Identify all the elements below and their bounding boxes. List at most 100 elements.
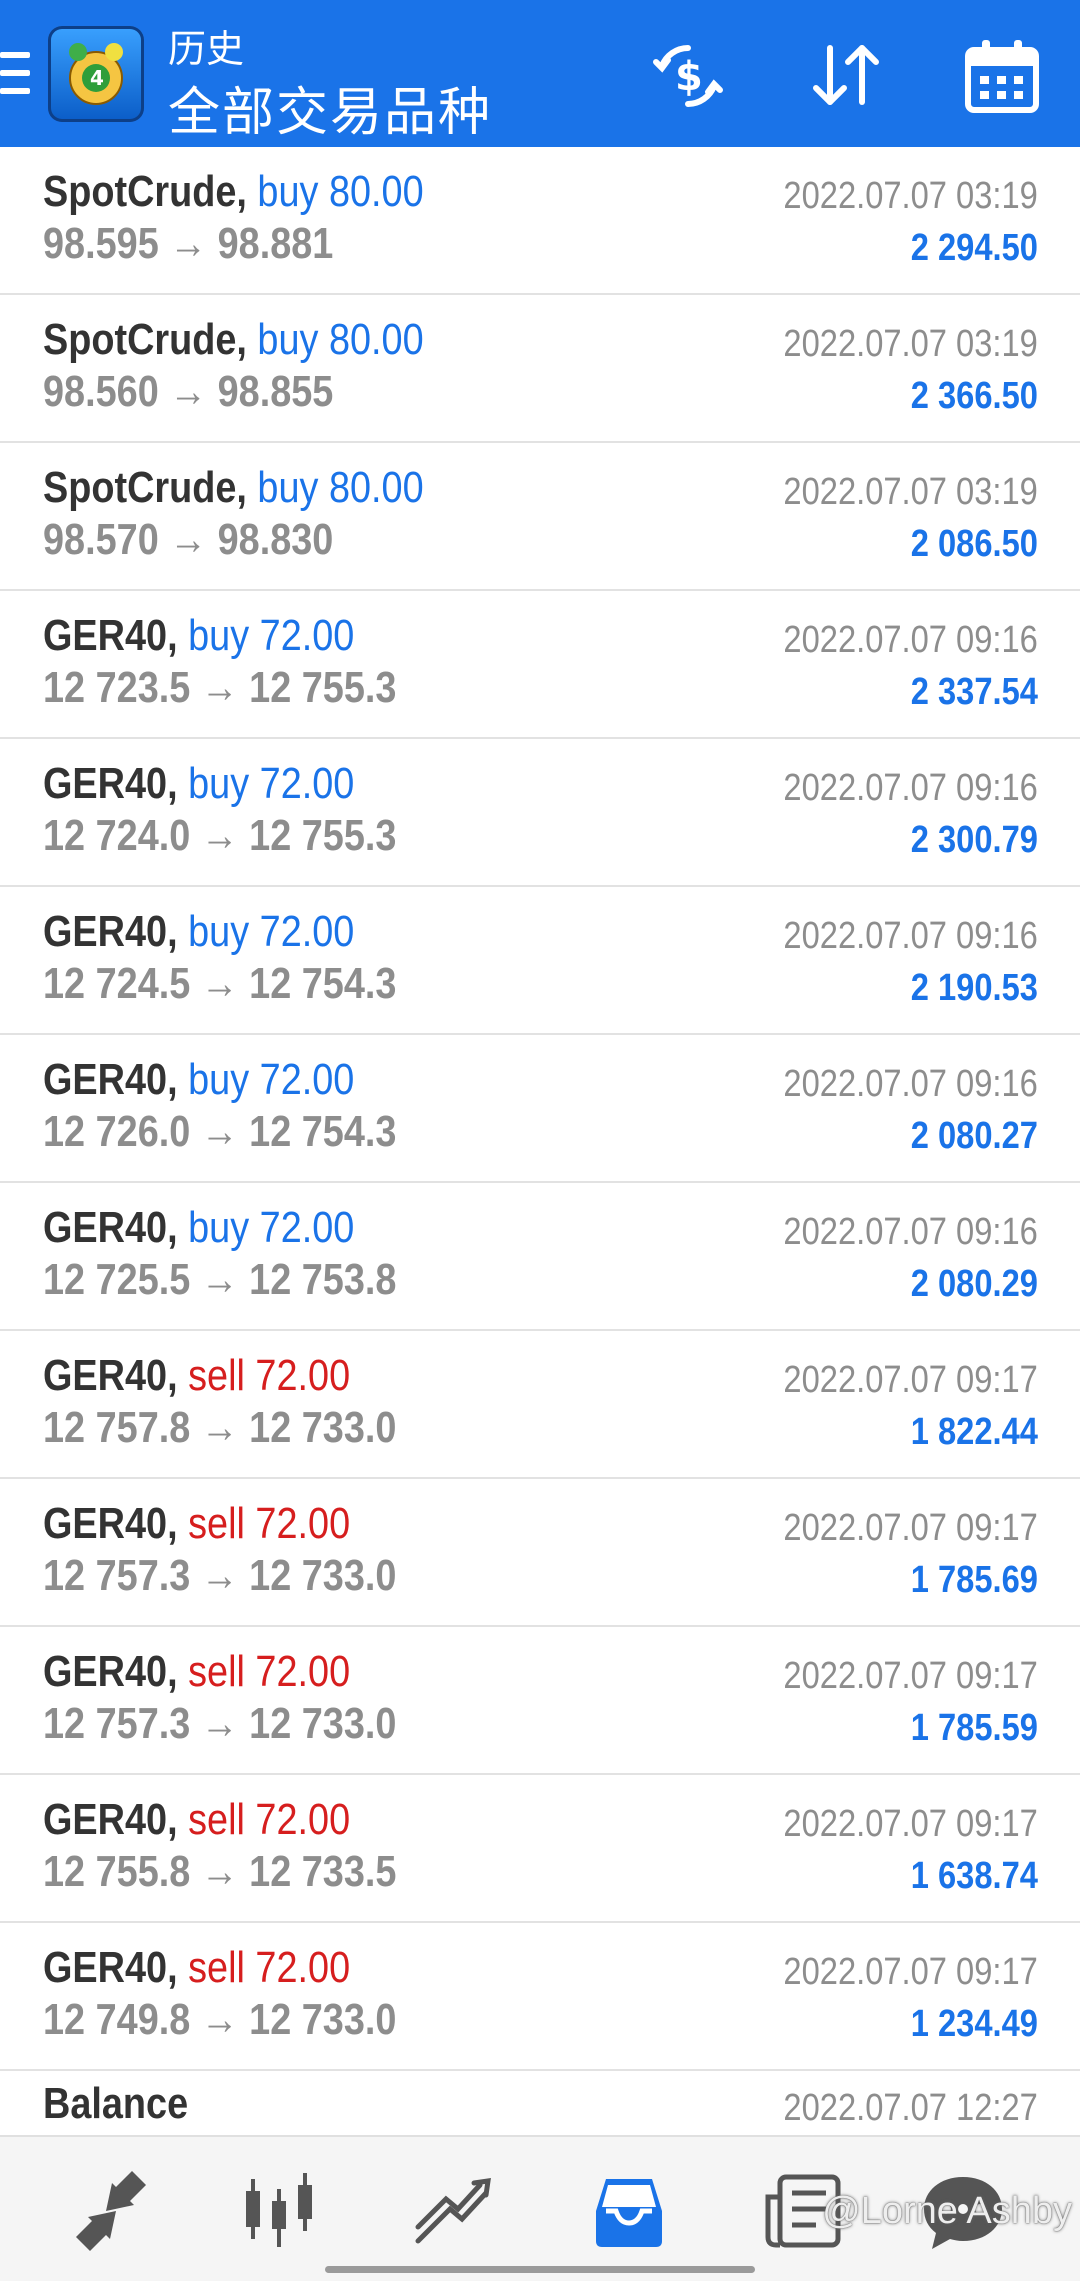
trade-symbol: GER40, bbox=[43, 759, 178, 808]
trade-row[interactable]: GER40, sell 72.00 12 757.8 → 12 733.0 2022… bbox=[0, 1331, 1080, 1479]
chart-candles-icon[interactable] bbox=[238, 2171, 324, 2251]
trade-profit: 2 086.50 bbox=[910, 523, 1038, 565]
trade-prices: 12 725.5 → 12 753.8 bbox=[43, 1255, 397, 1304]
trade-symbol: SpotCrude, bbox=[43, 167, 247, 216]
trade-symbol: GER40, bbox=[43, 1203, 178, 1252]
trade-row[interactable]: SpotCrude, buy 80.00 98.560 → 98.855 2022.… bbox=[0, 295, 1080, 443]
page-subtitle: 历史 bbox=[168, 27, 245, 71]
calendar-icon[interactable] bbox=[962, 36, 1042, 116]
trade-time: 2022.07.07 09:17 bbox=[783, 1507, 1038, 1549]
trade-profit: 2 300.79 bbox=[910, 819, 1038, 861]
trade-symbol-line: SpotCrude, buy 80.00 bbox=[43, 167, 424, 217]
trade-prices: 98.595 → 98.881 bbox=[43, 219, 334, 268]
trade-prices: 98.560 → 98.855 bbox=[43, 367, 334, 416]
trade-prices: 12 755.8 → 12 733.5 bbox=[43, 1847, 397, 1896]
trade-prices: 98.570 → 98.830 bbox=[43, 515, 334, 564]
trade-symbol-line: GER40, sell 72.00 bbox=[43, 1351, 350, 1401]
watermark: @Lorne Ashby bbox=[822, 2190, 1072, 2232]
trade-symbol-line: GER40, buy 72.00 bbox=[43, 759, 354, 809]
balance-time: 2022.07.07 12:27 bbox=[783, 2087, 1038, 2129]
home-indicator[interactable] bbox=[325, 2266, 755, 2273]
trade-time: 2022.07.07 09:16 bbox=[783, 767, 1038, 809]
trade-profit: 1 234.49 bbox=[910, 2003, 1038, 2045]
history-icon[interactable] bbox=[586, 2171, 672, 2251]
trade-row[interactable]: GER40, buy 72.00 12 724.5 → 12 754.3 2022.… bbox=[0, 887, 1080, 1035]
trade-symbol: GER40, bbox=[43, 1647, 178, 1696]
trade-time: 2022.07.07 09:16 bbox=[783, 619, 1038, 661]
trade-prices: 12 757.3 → 12 733.0 bbox=[43, 1551, 397, 1600]
trade-row[interactable]: GER40, buy 72.00 12 725.5 → 12 753.8 2022.… bbox=[0, 1183, 1080, 1331]
trade-time: 2022.07.07 09:17 bbox=[783, 1655, 1038, 1697]
trade-row[interactable]: GER40, sell 72.00 12 749.8 → 12 733.0 2022… bbox=[0, 1923, 1080, 2071]
trade-row[interactable]: GER40, sell 72.00 12 757.3 → 12 733.0 2022… bbox=[0, 1627, 1080, 1775]
trade-history-list[interactable]: SpotCrude, buy 80.00 98.595 → 98.881 2022.… bbox=[0, 147, 1080, 2071]
currency-exchange-icon[interactable]: $ bbox=[648, 36, 728, 116]
trade-profit: 2 366.50 bbox=[910, 375, 1038, 417]
trade-time: 2022.07.07 09:17 bbox=[783, 1951, 1038, 1993]
metatrader-logo-icon: 4 bbox=[48, 26, 144, 122]
trade-symbol: GER40, bbox=[43, 1351, 178, 1400]
trade-time: 2022.07.07 03:19 bbox=[783, 471, 1038, 513]
balance-row[interactable]: Balance 2022.07.07 12:27 bbox=[0, 2059, 1080, 2139]
trade-volume: sell 72.00 bbox=[188, 1795, 351, 1844]
trade-time: 2022.07.07 09:17 bbox=[783, 1803, 1038, 1845]
trade-row[interactable]: GER40, buy 72.00 12 726.0 → 12 754.3 2022.… bbox=[0, 1035, 1080, 1183]
sort-icon[interactable] bbox=[806, 36, 886, 116]
trade-profit: 2 337.54 bbox=[910, 671, 1038, 713]
menu-icon[interactable] bbox=[0, 52, 30, 98]
trade-volume: buy 80.00 bbox=[257, 315, 424, 364]
balance-label: Balance bbox=[43, 2079, 189, 2128]
trade-row[interactable]: SpotCrude, buy 80.00 98.570 → 98.830 2022.… bbox=[0, 443, 1080, 591]
trade-prices: 12 757.8 → 12 733.0 bbox=[43, 1403, 397, 1452]
trade-prices: 12 757.3 → 12 733.0 bbox=[43, 1699, 397, 1748]
trade-symbol-line: GER40, sell 72.00 bbox=[43, 1943, 350, 1993]
trade-volume: buy 72.00 bbox=[188, 611, 355, 660]
trade-symbol-line: GER40, buy 72.00 bbox=[43, 611, 354, 661]
trade-volume: buy 72.00 bbox=[188, 1203, 355, 1252]
trade-symbol-line: SpotCrude, buy 80.00 bbox=[43, 463, 424, 513]
svg-text:$: $ bbox=[675, 54, 703, 100]
trade-profit: 1 785.69 bbox=[910, 1559, 1038, 1601]
trade-volume: buy 80.00 bbox=[257, 463, 424, 512]
trade-symbol: SpotCrude, bbox=[43, 315, 247, 364]
trade-time: 2022.07.07 09:16 bbox=[783, 1063, 1038, 1105]
trade-volume: sell 72.00 bbox=[188, 1499, 351, 1548]
trade-symbol-line: GER40, buy 72.00 bbox=[43, 1055, 354, 1105]
trade-symbol: GER40, bbox=[43, 907, 178, 956]
trade-profit: 2 080.29 bbox=[910, 1263, 1038, 1305]
trade-prices: 12 723.5 → 12 755.3 bbox=[43, 663, 397, 712]
trade-symbol: GER40, bbox=[43, 1795, 178, 1844]
trade-row[interactable]: GER40, buy 72.00 12 723.5 → 12 755.3 2022.… bbox=[0, 591, 1080, 739]
trade-symbol: GER40, bbox=[43, 1943, 178, 1992]
trade-prices: 12 724.0 → 12 755.3 bbox=[43, 811, 397, 860]
quotes-icon[interactable] bbox=[68, 2171, 154, 2251]
trade-symbol: GER40, bbox=[43, 1499, 178, 1548]
trade-row[interactable]: GER40, sell 72.00 12 755.8 → 12 733.5 2022… bbox=[0, 1775, 1080, 1923]
trade-symbol-line: SpotCrude, buy 80.00 bbox=[43, 315, 424, 365]
trade-symbol-line: GER40, sell 72.00 bbox=[43, 1499, 350, 1549]
svg-text:4: 4 bbox=[90, 66, 104, 90]
trade-time: 2022.07.07 09:17 bbox=[783, 1359, 1038, 1401]
trade-row[interactable]: SpotCrude, buy 80.00 98.595 → 98.881 2022.… bbox=[0, 147, 1080, 295]
trade-row[interactable]: GER40, sell 72.00 12 757.3 → 12 733.0 2022… bbox=[0, 1479, 1080, 1627]
trade-profit: 2 294.50 bbox=[910, 227, 1038, 269]
page-title[interactable]: 全部交易品种 bbox=[168, 70, 492, 145]
trade-symbol: SpotCrude, bbox=[43, 463, 247, 512]
trade-volume: buy 72.00 bbox=[188, 907, 355, 956]
app-header: 4 历史 全部交易品种 $ bbox=[0, 0, 1080, 147]
trade-volume: sell 72.00 bbox=[188, 1351, 351, 1400]
trade-symbol-line: GER40, buy 72.00 bbox=[43, 907, 354, 957]
trade-symbol: GER40, bbox=[43, 611, 178, 660]
trade-symbol-line: GER40, sell 72.00 bbox=[43, 1647, 350, 1697]
trade-row[interactable]: GER40, buy 72.00 12 724.0 → 12 755.3 2022.… bbox=[0, 739, 1080, 887]
trade-time: 2022.07.07 09:16 bbox=[783, 1211, 1038, 1253]
trade-symbol: GER40, bbox=[43, 1055, 178, 1104]
trade-profit: 2 080.27 bbox=[910, 1115, 1038, 1157]
trade-volume: buy 72.00 bbox=[188, 1055, 355, 1104]
trade-profit: 1 822.44 bbox=[910, 1411, 1038, 1453]
trade-icon[interactable] bbox=[410, 2171, 496, 2251]
trade-volume: sell 72.00 bbox=[188, 1943, 351, 1992]
trade-prices: 12 726.0 → 12 754.3 bbox=[43, 1107, 397, 1156]
trade-volume: buy 80.00 bbox=[257, 167, 424, 216]
trade-prices: 12 749.8 → 12 733.0 bbox=[43, 1995, 397, 2044]
